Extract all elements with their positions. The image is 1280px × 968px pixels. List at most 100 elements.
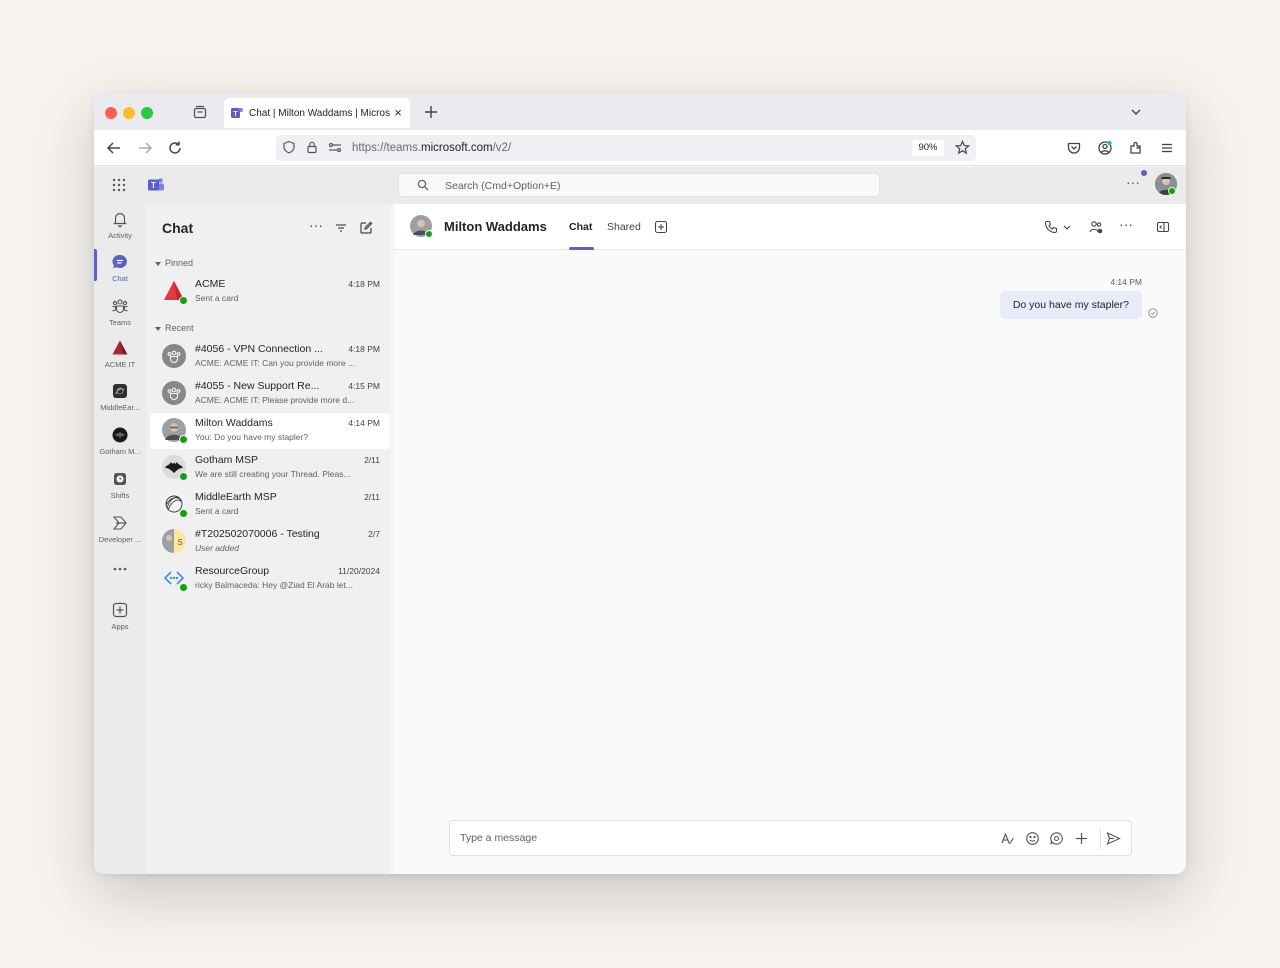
zoom-level-badge[interactable]: 90% [912, 140, 944, 156]
active-tab-indicator [569, 247, 594, 250]
chevron-down-icon[interactable] [1130, 106, 1142, 118]
site-permissions-icon[interactable] [328, 141, 342, 155]
rail-item-developer[interactable]: Developer ... [94, 514, 146, 554]
shield-icon[interactable] [282, 140, 296, 154]
open-side-panel-icon[interactable] [1156, 220, 1170, 234]
bookmark-star-icon[interactable] [955, 140, 970, 155]
bell-icon [111, 210, 129, 228]
chat-list-pane: Chat ··· Pinned ACME 4:18 PM Sent a card… [146, 204, 390, 874]
message-composer[interactable]: Type a message [449, 820, 1132, 856]
new-chat-icon[interactable] [359, 221, 373, 235]
conversation-title: Milton Waddams [444, 219, 547, 234]
send-icon[interactable] [1106, 831, 1121, 846]
svg-text:T: T [233, 111, 238, 118]
search-icon [417, 179, 429, 191]
add-attachment-icon[interactable] [1074, 831, 1089, 846]
svg-text:T: T [151, 181, 156, 190]
conversation-avatar[interactable] [410, 215, 433, 238]
rail-item-teams[interactable]: Teams [94, 297, 146, 337]
presence-available-icon [425, 230, 433, 238]
format-text-icon[interactable] [1000, 831, 1015, 846]
pocket-icon[interactable] [1066, 140, 1082, 156]
lock-icon[interactable] [305, 140, 319, 154]
reload-icon[interactable] [167, 140, 183, 156]
acme-it-icon [111, 339, 129, 357]
tab-close-icon[interactable]: × [392, 106, 404, 119]
rail-item-shifts[interactable]: Shifts [94, 470, 146, 510]
chevron-down-icon[interactable] [1062, 220, 1072, 234]
close-window-button[interactable] [105, 107, 117, 119]
chat-item-4055[interactable]: #4055 - New Support Re... 4:15 PM ACME: … [150, 376, 390, 412]
people-icon[interactable] [1089, 220, 1103, 234]
split-group-avatar: S [162, 529, 186, 553]
address-bar[interactable]: https://teams.microsoft.com/v2/ 90% [276, 135, 976, 161]
rail-item-apps[interactable]: Apps [94, 601, 146, 641]
message-input[interactable]: Type a message [460, 832, 537, 844]
middleearth-icon [111, 382, 129, 400]
tab-title: Chat | Milton Waddams | Microsoft Teams [249, 107, 390, 119]
conversation-pane: Milton Waddams Chat Shared ··· 4:14 PM D… [394, 204, 1186, 874]
more-apps-icon [111, 560, 129, 578]
phone-icon[interactable] [1044, 220, 1058, 234]
emoji-icon[interactable] [1025, 831, 1040, 846]
browser-nav-bar: https://teams.microsoft.com/v2/ 90% [94, 130, 1186, 166]
rail-item-chat[interactable]: Chat [94, 253, 146, 293]
hamburger-menu-icon[interactable] [1159, 140, 1175, 156]
apps-icon [111, 601, 129, 619]
maximize-window-button[interactable] [141, 107, 153, 119]
message-bubble-self[interactable]: Do you have my stapler? [999, 291, 1142, 319]
teams-top-bar: T Search (Cmd+Option+E) ··· [94, 167, 1186, 204]
forward-arrow-icon[interactable] [137, 140, 153, 156]
add-tab-icon[interactable] [654, 220, 668, 234]
teams-favicon-icon: T [230, 106, 244, 120]
shifts-icon [111, 470, 129, 488]
rail-item-middleearth[interactable]: MiddleEar... [94, 382, 146, 422]
rail-item-gotham[interactable]: Gotham M... [94, 426, 146, 466]
pinned-section-label[interactable]: Pinned [155, 258, 193, 268]
tab-shared[interactable]: Shared [607, 221, 641, 233]
loop-component-icon[interactable] [1049, 831, 1064, 846]
notification-dot [1141, 170, 1147, 176]
account-icon[interactable] [1097, 140, 1113, 156]
browser-tab-bar: T Chat | Milton Waddams | Microsoft Team… [94, 94, 1186, 130]
message-timestamp: 4:14 PM [1110, 277, 1142, 287]
rail-item-activity[interactable]: Activity [94, 210, 146, 250]
tab-list-icon[interactable] [192, 104, 208, 120]
presence-available-icon [179, 509, 188, 518]
new-tab-icon[interactable] [424, 105, 438, 119]
user-presence-icon [1168, 187, 1176, 195]
more-options-icon[interactable]: ··· [1126, 175, 1140, 191]
acme-avatar [162, 279, 188, 305]
chat-item-resourcegroup[interactable]: ResourceGroup 11/20/2024 ricky Balmaceda… [150, 561, 390, 597]
filter-icon[interactable] [334, 221, 348, 235]
chat-item-gotham-msp[interactable]: Gotham MSP 2/11 We are still creating yo… [150, 450, 390, 486]
chat-item-t202502070006[interactable]: S #T202502070006 - Testing 2/7 User adde… [150, 524, 390, 560]
chat-item-4056[interactable]: #4056 - VPN Connection ... 4:18 PM ACME:… [150, 339, 390, 375]
rail-item-more-apps[interactable] [94, 560, 146, 600]
url-text[interactable]: https://teams.microsoft.com/v2/ [352, 142, 511, 154]
minimize-window-button[interactable] [123, 107, 135, 119]
browser-tab-teams[interactable]: T Chat | Milton Waddams | Microsoft Team… [224, 98, 410, 128]
chat-icon [111, 253, 129, 271]
teams-search-input[interactable]: Search (Cmd+Option+E) [398, 173, 880, 197]
svg-text:S: S [177, 538, 182, 547]
recent-section-label[interactable]: Recent [155, 323, 194, 333]
chat-list-title: Chat [162, 220, 194, 236]
chat-item-acme[interactable]: ACME 4:18 PM Sent a card [150, 274, 390, 310]
more-options-icon[interactable]: ··· [1119, 217, 1133, 234]
rail-item-acme-it[interactable]: ACME IT [94, 339, 146, 379]
app-launcher-icon[interactable] [112, 178, 126, 192]
more-options-icon[interactable]: ··· [309, 218, 323, 235]
presence-available-icon [179, 583, 188, 592]
extensions-icon[interactable] [1128, 140, 1144, 156]
gotham-icon [111, 426, 129, 444]
teams-logo-icon: T [147, 176, 165, 194]
app-rail: Activity Chat Teams ACME IT MiddleEar... [94, 204, 146, 874]
chat-item-milton-waddams[interactable]: Milton Waddams 4:14 PM You: Do you have … [150, 413, 390, 449]
presence-available-icon [179, 296, 188, 305]
composer-divider [1100, 829, 1101, 849]
resourcegroup-avatar [162, 566, 188, 592]
back-arrow-icon[interactable] [106, 140, 122, 156]
tab-chat[interactable]: Chat [569, 221, 592, 233]
chat-item-middleearth-msp[interactable]: MiddleEarth MSP 2/11 Sent a card [150, 487, 390, 523]
